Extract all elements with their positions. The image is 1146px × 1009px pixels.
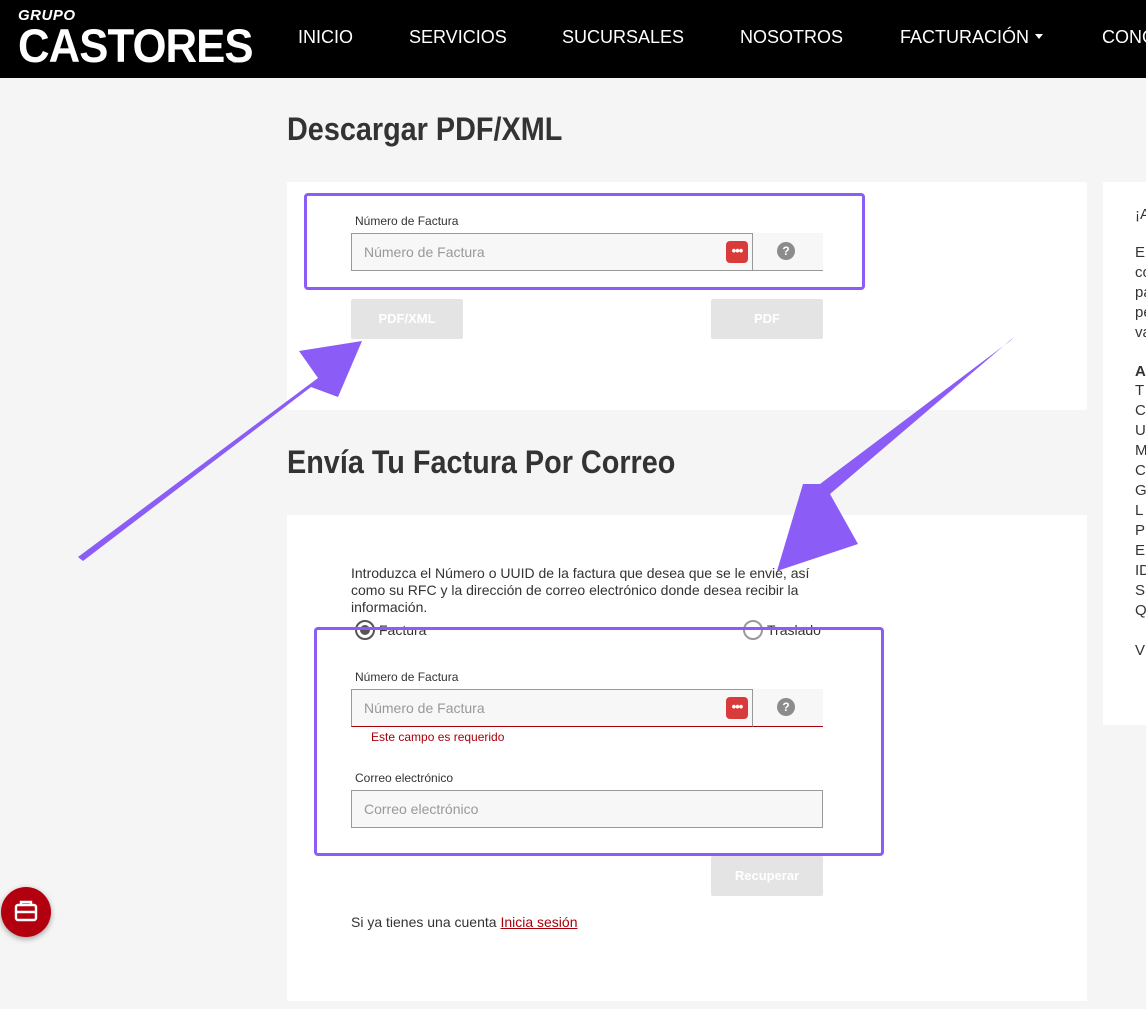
sidebar-line: ¡A <box>1135 206 1146 223</box>
sidebar-line: Q <box>1135 602 1146 619</box>
download-invoice-input[interactable]: Número de Factura <box>351 233 753 271</box>
sidebar-line: ID <box>1135 562 1146 579</box>
sidebar-line: L <box>1135 502 1144 519</box>
recover-button[interactable]: Recuperar <box>711 856 823 896</box>
radio-traslado[interactable] <box>743 620 763 640</box>
pdf-button-label: PDF <box>754 311 780 326</box>
nav-item-nosotros[interactable]: NOSOTROS <box>740 27 843 48</box>
email-section-title: Envía Tu Factura Por Correo <box>287 444 676 480</box>
sidebar-line: S <box>1135 582 1146 599</box>
nav-item-servicios[interactable]: SERVICIOS <box>409 27 507 48</box>
chevron-down-icon <box>1035 33 1044 39</box>
recover-button-label: Recuperar <box>734 868 800 883</box>
nav-item-sucursales[interactable]: SUCURSALES <box>562 27 684 48</box>
sidebar-line: co <box>1135 264 1146 281</box>
invoice-error-message: Este campo es requerido <box>371 730 505 744</box>
login-prompt: Si ya tienes una cuenta Inicia sesión <box>351 914 577 930</box>
floating-briefcase-button[interactable] <box>1 887 51 937</box>
top-navbar: GRUPO CASTORES ® INICIO SERVICIOS SUCURS… <box>0 0 1146 78</box>
question-circle-icon[interactable]: ? <box>777 698 795 716</box>
sidebar-line: pe <box>1135 304 1146 321</box>
pdf-button[interactable]: PDF <box>711 299 823 339</box>
pdfxml-button-label: PDF/XML <box>378 311 436 326</box>
password-dots-icon[interactable]: ••• <box>726 697 748 719</box>
download-invoice-label: Número de Factura <box>355 214 459 228</box>
sidebar-line: va <box>1135 324 1146 341</box>
sidebar-line: A <box>1135 363 1146 380</box>
nav-item-facturacion-label: FACTURACIÓN <box>900 27 1030 47</box>
download-section-title: Descargar PDF/XML <box>287 111 563 147</box>
info-sidebar-card: ¡A E co pa pe va A T C U M C G L P E ID … <box>1103 182 1146 725</box>
radio-factura[interactable] <box>355 620 375 640</box>
sidebar-line: U <box>1135 422 1146 439</box>
question-circle-icon[interactable]: ? <box>777 242 795 260</box>
nav-item-inicio[interactable]: INICIO <box>298 27 353 48</box>
login-prompt-text: Si ya tienes una cuenta <box>351 914 497 930</box>
password-dots-icon[interactable]: ••• <box>726 241 748 263</box>
briefcase-icon <box>14 900 38 922</box>
email-invoice-label: Número de Factura <box>355 670 459 684</box>
email-address-label: Correo electrónico <box>355 771 454 785</box>
logo-castores-text: CASTORES <box>18 19 254 72</box>
sidebar-line: E <box>1135 542 1146 559</box>
sidebar-line: C <box>1135 462 1146 479</box>
radio-factura-label: Factura <box>379 622 427 638</box>
logo-registered-mark: ® <box>232 58 238 65</box>
nav-item-cono[interactable]: CONO <box>1102 27 1146 48</box>
email-description: Introduzca el Número o UUID de la factur… <box>351 565 810 615</box>
pdfxml-button[interactable]: PDF/XML <box>351 299 463 339</box>
sidebar-line: P <box>1135 522 1146 539</box>
sidebar-line: pa <box>1135 284 1146 301</box>
email-invoice-input[interactable]: Número de Factura <box>351 689 753 727</box>
sidebar-line: G <box>1135 482 1146 499</box>
sidebar-line: M <box>1135 442 1146 459</box>
email-address-input[interactable]: Correo electrónico <box>351 790 823 828</box>
nav-item-facturacion[interactable]: FACTURACIÓN <box>900 27 1044 48</box>
sidebar-line: V <box>1135 642 1146 659</box>
radio-traslado-label: Traslado <box>767 622 821 638</box>
sidebar-line: E <box>1135 244 1146 261</box>
login-link[interactable]: Inicia sesión <box>500 914 577 930</box>
castores-logo[interactable]: GRUPO CASTORES ® <box>18 8 270 69</box>
sidebar-line: C <box>1135 402 1146 419</box>
sidebar-line: T <box>1135 382 1145 399</box>
